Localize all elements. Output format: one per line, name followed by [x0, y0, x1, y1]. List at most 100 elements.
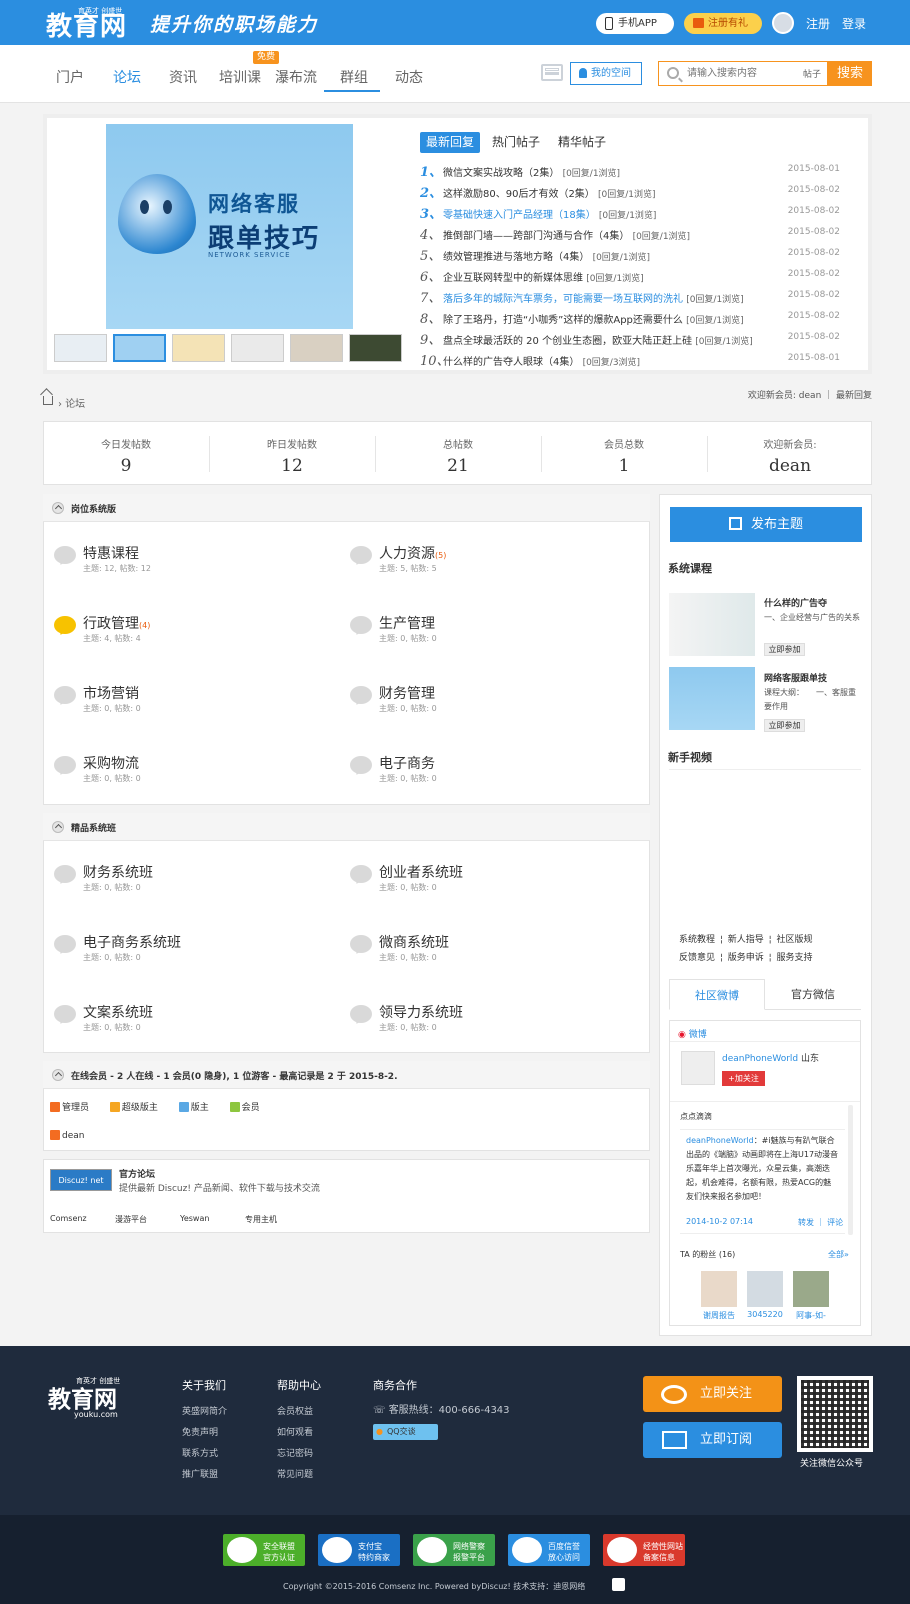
hot-post-row[interactable]: 3、 零基础快速入门产品经理（18集） [0回复/1浏览] 2015-08-02	[420, 203, 840, 223]
footer-link[interactable]: 联系方式	[182, 1446, 218, 1459]
hot-post-title-text[interactable]: 什么样的广告夺人眼球（4集）	[443, 357, 579, 368]
forum-item[interactable]: 领导力系统班 主题: 0, 帖数: 0	[350, 1002, 630, 1050]
weibo-user[interactable]: deanPhoneWorld 山东	[722, 1051, 819, 1064]
join-course-button[interactable]: 立即参加	[764, 643, 805, 656]
tab-official-wechat[interactable]: 官方微信	[765, 979, 861, 1010]
footer-link[interactable]: 忘记密码	[277, 1446, 313, 1459]
search-scope-select[interactable]: 帖子	[803, 67, 821, 80]
weibo-label[interactable]: ◉ 微博	[678, 1027, 707, 1040]
tab-featured-posts[interactable]: 精华帖子	[558, 132, 606, 153]
footer-link[interactable]: 推广联盟	[182, 1467, 218, 1480]
forum-item[interactable]: 特惠课程 主题: 12, 帖数: 12	[54, 543, 334, 591]
hot-post-title-text[interactable]: 微信文案实战攻略（2集）	[443, 168, 559, 179]
hot-post-title[interactable]: 绩效管理推进与落地方略（4集） [0回复/1浏览]	[443, 248, 650, 263]
slide-thumb[interactable]	[172, 334, 225, 362]
nav-item[interactable]: 门户	[56, 67, 84, 87]
fan-name[interactable]: 谢周报告	[696, 1310, 742, 1321]
hot-post-title-text[interactable]: 推倒部门墙——跨部门沟通与合作（4集）	[443, 231, 629, 242]
fan-name[interactable]: 3045220	[742, 1310, 788, 1319]
forum-name-text[interactable]: 生产管理	[379, 616, 435, 632]
subscribe-button[interactable]: 立即订阅	[643, 1422, 782, 1458]
hot-post-title[interactable]: 微信文案实战攻略（2集） [0回复/1浏览]	[443, 164, 620, 179]
slide-thumb[interactable]	[54, 334, 107, 362]
hot-post-row[interactable]: 6、 企业互联网转型中的新媒体思维 [0回复/1浏览] 2015-08-02	[420, 266, 840, 286]
weibo-post-actions[interactable]: 转发 ｜ 评论	[798, 1217, 843, 1228]
forum-name[interactable]: 生产管理	[379, 613, 435, 633]
trust-badge[interactable]: 经营性网站 备案信息	[603, 1534, 685, 1566]
forum-name[interactable]: 领导力系统班	[379, 1002, 463, 1022]
tab-hot-posts[interactable]: 热门帖子	[492, 132, 540, 153]
hot-post-title-text[interactable]: 除了王珞丹，打造“小咖秀”这样的爆款App还需要什么	[443, 315, 683, 326]
search-button[interactable]: 搜索	[828, 61, 872, 86]
hot-post-row[interactable]: 5、 绩效管理推进与落地方略（4集） [0回复/1浏览] 2015-08-02	[420, 245, 840, 265]
forum-name-text[interactable]: 采购物流	[83, 756, 139, 772]
footer-link[interactable]: 如何观看	[277, 1425, 313, 1438]
credit-badge-icon[interactable]	[612, 1578, 625, 1591]
forum-name[interactable]: 文案系统班	[83, 1002, 153, 1022]
footer-link[interactable]: 会员权益	[277, 1404, 313, 1417]
slide-thumb[interactable]	[231, 334, 284, 362]
breadcrumb-current[interactable]: 论坛	[65, 399, 85, 410]
forum-name[interactable]: 创业者系统班	[379, 862, 463, 882]
collapse-toggle-icon[interactable]	[52, 502, 64, 514]
trust-badge[interactable]: 支付宝 特约商家	[318, 1534, 400, 1566]
join-course-button[interactable]: 立即参加	[764, 719, 805, 732]
friend-link[interactable]: Comsenz	[50, 1214, 87, 1223]
hot-post-row[interactable]: 10、 什么样的广告夺人眼球（4集） [0回复/3浏览] 2015-08-01	[420, 350, 840, 370]
forum-item[interactable]: 微商系统班 主题: 0, 帖数: 0	[350, 932, 630, 980]
weibo-user-name[interactable]: deanPhoneWorld	[722, 1054, 798, 1064]
forum-name-text[interactable]: 市场营销	[83, 686, 139, 702]
hot-post-row[interactable]: 8、 除了王珞丹，打造“小咖秀”这样的爆款App还需要什么 [0回复/1浏览] 20…	[420, 308, 840, 328]
forum-item[interactable]: 人力资源(5) 主题: 5, 帖数: 5	[350, 543, 630, 591]
slide-thumb[interactable]	[349, 334, 402, 362]
course-title[interactable]: 网络客服跟单技	[764, 671, 827, 684]
nav-item[interactable]: 培训课	[219, 67, 261, 87]
forum-item[interactable]: 生产管理 主题: 0, 帖数: 0	[350, 613, 630, 661]
tab-community-weibo[interactable]: 社区微博	[669, 979, 765, 1010]
forum-item[interactable]: 电子商务 主题: 0, 帖数: 0	[350, 753, 630, 801]
hot-post-title[interactable]: 盘点全球最活跃的 20 个创业生态圈，欧亚大陆正赶上硅 [0回复/1浏览]	[443, 332, 753, 347]
forum-name-text[interactable]: 人力资源	[379, 546, 435, 562]
forum-name-text[interactable]: 电子商务	[379, 756, 435, 772]
list-view-icon[interactable]	[541, 64, 563, 81]
collapse-toggle-icon[interactable]	[52, 1069, 64, 1081]
hot-post-title-text[interactable]: 企业互联网转型中的新媒体思维	[443, 273, 583, 284]
follow-weibo-button[interactable]: 立即关注	[643, 1376, 782, 1412]
forum-item[interactable]: 创业者系统班 主题: 0, 帖数: 0	[350, 862, 630, 910]
tab-latest-reply[interactable]: 最新回复	[420, 132, 481, 153]
forum-name[interactable]: 行政管理(4)	[83, 613, 150, 633]
weibo-avatar[interactable]	[681, 1051, 715, 1085]
forum-name[interactable]: 财务系统班	[83, 862, 153, 882]
online-member-name[interactable]: dean	[62, 1131, 84, 1141]
nav-item[interactable]: 论坛	[113, 67, 141, 87]
search-input[interactable]	[687, 65, 787, 82]
new-member-notice[interactable]: 欢迎新会员: dean ｜ 最新回复	[748, 388, 872, 401]
forum-name-text[interactable]: 电子商务系统班	[83, 935, 181, 951]
course-title[interactable]: 什么样的广告夺	[764, 596, 827, 609]
friend-link[interactable]: Yeswan	[180, 1214, 209, 1223]
hot-post-row[interactable]: 9、 盘点全球最活跃的 20 个创业生态圈，欧亚大陆正赶上硅 [0回复/1浏览] 2…	[420, 329, 840, 349]
fan-avatar[interactable]	[747, 1271, 783, 1307]
friend-link[interactable]: 专用主机	[245, 1214, 277, 1225]
hot-post-title-text[interactable]: 落后多年的城际汽车票务，可能需要一场互联网的洗礼	[443, 294, 683, 305]
hot-post-title-text[interactable]: 绩效管理推进与落地方略（4集）	[443, 252, 589, 263]
nav-item[interactable]: 瀑布流	[275, 67, 317, 87]
site-logo[interactable]: 教育网 育英才 创盛世	[46, 6, 127, 43]
weibo-post-user[interactable]: deanPhoneWorld	[686, 1136, 754, 1145]
forum-item[interactable]: 财务管理 主题: 0, 帖数: 0	[350, 683, 630, 731]
footer-link[interactable]: 英盛网简介	[182, 1404, 227, 1417]
slide-thumb[interactable]	[113, 334, 166, 362]
help-links-row[interactable]: 系统教程 ¦ 新人指导 ¦ 社区版规	[679, 932, 813, 945]
nav-item[interactable]: 资讯	[169, 67, 197, 87]
forum-name[interactable]: 市场营销	[83, 683, 139, 703]
forum-item[interactable]: 市场营销 主题: 0, 帖数: 0	[54, 683, 334, 731]
footer-link[interactable]: 免责声明	[182, 1425, 218, 1438]
friend-link[interactable]: 漫游平台	[115, 1214, 147, 1225]
hot-post-title[interactable]: 零基础快速入门产品经理（18集） [0回复/1浏览]	[443, 206, 656, 221]
login-link[interactable]: 登录	[842, 15, 866, 32]
follow-button[interactable]: +加关注	[722, 1071, 765, 1086]
weibo-scrollbar[interactable]	[848, 1105, 853, 1235]
forum-item[interactable]: 采购物流 主题: 0, 帖数: 0	[54, 753, 334, 801]
forum-name-text[interactable]: 领导力系统班	[379, 1005, 463, 1021]
course-thumb[interactable]	[669, 593, 755, 656]
